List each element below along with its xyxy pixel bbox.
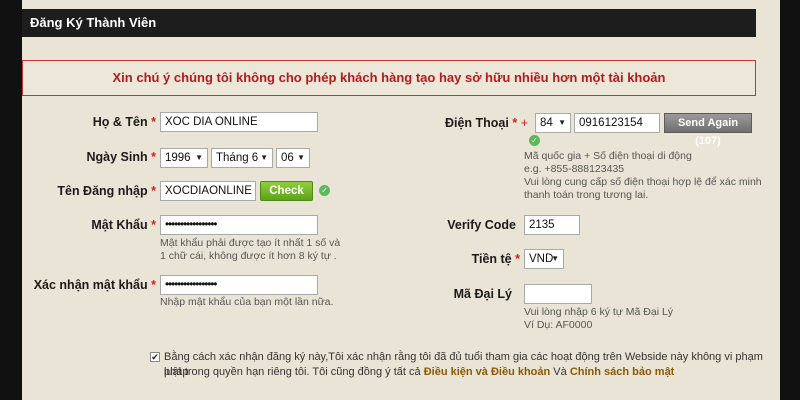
- currency-label: Tiền tệ *: [471, 252, 520, 266]
- agent-hint-2: Ví Dụ: AF0000: [524, 319, 593, 331]
- confirm-password-label: Xác nhận mật khẩu *: [33, 278, 156, 292]
- birth-day-select[interactable]: 06 ▼: [276, 148, 310, 168]
- phone-label: Điện Thoại * +: [444, 116, 528, 130]
- required-mark: *: [151, 115, 156, 129]
- agent-hint-1: Vui lòng nhập 6 ký tự Mã Đại Lý: [524, 306, 674, 318]
- username-input[interactable]: XOCDIAONLINE: [160, 181, 256, 201]
- agent-code-input[interactable]: [524, 284, 592, 304]
- phone-hint-3: Vui lòng cung cấp số điện thoại hợp lệ đ…: [524, 176, 762, 188]
- agent-code-label: Mã Đại Lý: [453, 287, 512, 301]
- caret-down-icon: ▼: [260, 153, 268, 162]
- page-title: Đăng Ký Thành Viên: [22, 9, 756, 37]
- password-label: Mật Khẩu *: [91, 218, 156, 232]
- caret-down-icon: ▼: [558, 118, 566, 127]
- username-label: Tên Đăng nhập *: [57, 184, 156, 198]
- confirm-password-hint: Nhập mật khẩu của bạn một lần nữa.: [160, 296, 334, 308]
- phone-hint-1: Mã quốc gia + Số điện thoại di động: [524, 150, 692, 162]
- send-again-button[interactable]: Send Again (107): [664, 113, 752, 147]
- caret-down-icon: ▼: [297, 153, 305, 162]
- verify-code-label: Verify Code: [447, 218, 516, 232]
- phone-input[interactable]: 0916123154: [574, 113, 660, 133]
- password-hint-1: Mật khẩu phải được tạo ít nhất 1 số và: [160, 237, 341, 249]
- agree-checkbox[interactable]: ✔: [150, 352, 160, 362]
- check-circle-icon: ✓: [529, 135, 540, 146]
- privacy-link[interactable]: Chính sách bảo mật: [570, 366, 675, 378]
- agreement-line-2: luật trong quyền hạn riêng tôi. Tôi cũng…: [164, 366, 675, 378]
- currency-select[interactable]: VND ▼: [524, 249, 564, 269]
- password-input[interactable]: •••••••••••••••••: [160, 215, 318, 235]
- confirm-password-input[interactable]: •••••••••••••••••: [160, 275, 318, 295]
- check-circle-icon: ✓: [319, 185, 330, 196]
- birthday-label: Ngày Sinh *: [86, 150, 156, 164]
- fullname-label: Họ & Tên *: [92, 115, 156, 129]
- country-code-select[interactable]: 84 ▼: [535, 113, 571, 133]
- check-username-button[interactable]: Check: [260, 181, 313, 201]
- caret-down-icon: ▼: [195, 153, 203, 162]
- phone-hint-2: e.g. +855-888123435: [524, 163, 625, 175]
- caret-down-icon: ▼: [551, 254, 559, 263]
- terms-link[interactable]: Điều kiện và Điều khoản: [424, 366, 551, 378]
- plus-sign: +: [520, 116, 528, 130]
- birth-month-select[interactable]: Tháng 6 ▼: [211, 148, 273, 168]
- password-hint-2: 1 chữ cái, không được ít hơn 8 ký tự .: [160, 250, 337, 262]
- fullname-input[interactable]: XOC DIA ONLINE: [160, 112, 318, 132]
- phone-hint-4: thanh toán trong tương lai.: [524, 189, 649, 201]
- birth-year-select[interactable]: 1996 ▼: [160, 148, 208, 168]
- account-notice: Xin chú ý chúng tôi không cho phép khách…: [22, 60, 756, 96]
- verify-code-input[interactable]: 2135: [524, 215, 580, 235]
